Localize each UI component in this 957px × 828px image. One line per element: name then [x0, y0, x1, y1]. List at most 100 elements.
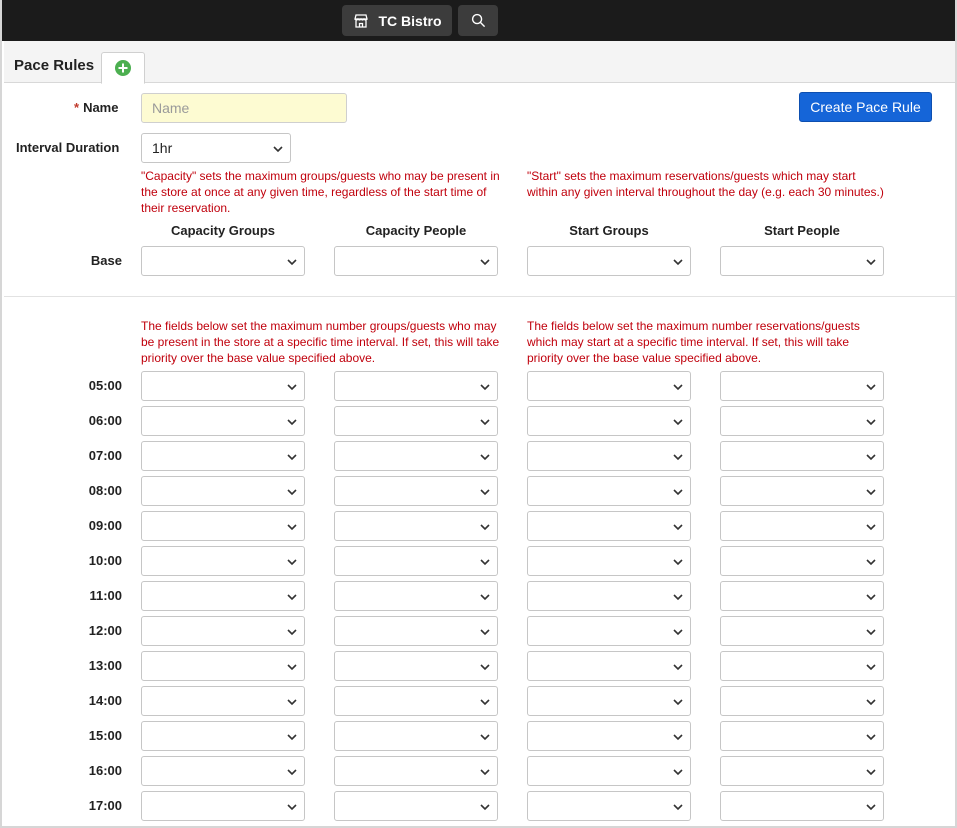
chevron-down-icon — [287, 384, 297, 391]
chevron-down-icon — [287, 594, 297, 601]
search-button[interactable] — [458, 5, 498, 36]
time-start-groups-select[interactable] — [527, 616, 691, 646]
time-capacity-people-select[interactable] — [334, 581, 498, 611]
time-start-people-select[interactable] — [720, 756, 884, 786]
search-icon — [471, 13, 485, 28]
chevron-down-icon — [866, 804, 876, 811]
capacity-override-note: The fields below set the maximum number … — [141, 319, 500, 365]
base-start-groups-select[interactable] — [527, 246, 691, 276]
chevron-down-icon — [480, 454, 490, 461]
time-start-groups-select[interactable] — [527, 476, 691, 506]
chevron-down-icon — [866, 259, 876, 266]
time-capacity-people-select[interactable] — [334, 721, 498, 751]
time-capacity-groups-select[interactable] — [141, 651, 305, 681]
create-pace-rule-button[interactable]: Create Pace Rule — [799, 92, 932, 122]
time-start-people-select[interactable] — [720, 686, 884, 716]
time-start-groups-select[interactable] — [527, 791, 691, 821]
chevron-down-icon — [480, 804, 490, 811]
time-capacity-groups-select[interactable] — [141, 511, 305, 541]
chevron-down-icon — [480, 524, 490, 531]
time-start-groups-select[interactable] — [527, 721, 691, 751]
time-capacity-people-select[interactable] — [334, 441, 498, 471]
time-capacity-people-select[interactable] — [334, 546, 498, 576]
base-capacity-people-select[interactable] — [334, 246, 498, 276]
time-start-people-select[interactable] — [720, 616, 884, 646]
time-start-people-select[interactable] — [720, 371, 884, 401]
time-capacity-groups-select[interactable] — [141, 406, 305, 436]
name-input[interactable] — [141, 93, 347, 123]
time-capacity-people-select[interactable] — [334, 511, 498, 541]
time-start-people-select[interactable] — [720, 581, 884, 611]
time-start-people-select[interactable] — [720, 791, 884, 821]
time-start-people-select[interactable] — [720, 441, 884, 471]
time-capacity-groups-select[interactable] — [141, 441, 305, 471]
time-label: 09:00 — [88, 518, 122, 533]
interval-duration-label: Interval Duration — [16, 140, 120, 155]
add-pace-rule-tab[interactable] — [101, 52, 145, 84]
chevron-down-icon — [287, 524, 297, 531]
time-capacity-people-select[interactable] — [334, 406, 498, 436]
time-capacity-people-select[interactable] — [334, 616, 498, 646]
time-start-groups-select[interactable] — [527, 406, 691, 436]
time-start-groups-select[interactable] — [527, 651, 691, 681]
time-capacity-people-select[interactable] — [334, 791, 498, 821]
base-capacity-groups-select[interactable] — [141, 246, 305, 276]
time-capacity-people-select[interactable] — [334, 651, 498, 681]
time-label: 15:00 — [88, 728, 122, 743]
time-start-groups-select[interactable] — [527, 546, 691, 576]
time-capacity-groups-select[interactable] — [141, 721, 305, 751]
chevron-down-icon — [673, 559, 683, 566]
app-frame: TC Bistro Pace Rules *Name Create Pace R… — [0, 0, 957, 828]
time-capacity-groups-select[interactable] — [141, 791, 305, 821]
chevron-down-icon — [287, 454, 297, 461]
chevron-down-icon — [866, 594, 876, 601]
interval-duration-select[interactable]: 1hr — [141, 133, 291, 163]
time-start-people-select[interactable] — [720, 476, 884, 506]
required-marker: * — [74, 100, 80, 115]
chevron-down-icon — [287, 489, 297, 496]
time-capacity-groups-select[interactable] — [141, 616, 305, 646]
time-start-people-select[interactable] — [720, 511, 884, 541]
chevron-down-icon — [480, 699, 490, 706]
time-capacity-groups-select[interactable] — [141, 371, 305, 401]
store-switcher-button[interactable]: TC Bistro — [342, 5, 452, 36]
column-header-start-people: Start People — [764, 223, 840, 238]
time-capacity-groups-select[interactable] — [141, 546, 305, 576]
time-capacity-people-select[interactable] — [334, 371, 498, 401]
chevron-down-icon — [673, 804, 683, 811]
chevron-down-icon — [866, 664, 876, 671]
chevron-down-icon — [480, 384, 490, 391]
time-capacity-groups-select[interactable] — [141, 581, 305, 611]
chevron-down-icon — [866, 559, 876, 566]
time-start-people-select[interactable] — [720, 546, 884, 576]
store-icon — [353, 13, 368, 28]
time-start-groups-select[interactable] — [527, 686, 691, 716]
time-start-people-select[interactable] — [720, 651, 884, 681]
chevron-down-icon — [480, 259, 490, 266]
time-capacity-groups-select[interactable] — [141, 756, 305, 786]
time-capacity-people-select[interactable] — [334, 476, 498, 506]
time-start-people-select[interactable] — [720, 406, 884, 436]
time-capacity-groups-select[interactable] — [141, 476, 305, 506]
chevron-down-icon — [287, 629, 297, 636]
chevron-down-icon — [480, 664, 490, 671]
time-label: 16:00 — [88, 763, 122, 778]
time-start-groups-select[interactable] — [527, 511, 691, 541]
time-start-people-select[interactable] — [720, 721, 884, 751]
time-capacity-groups-select[interactable] — [141, 686, 305, 716]
time-capacity-people-select[interactable] — [334, 756, 498, 786]
name-label: * Name — [74, 100, 118, 115]
time-start-groups-select[interactable] — [527, 756, 691, 786]
base-label: Base — [90, 253, 122, 268]
column-header-start-groups: Start Groups — [569, 223, 649, 238]
base-start-people-select[interactable] — [720, 246, 884, 276]
time-start-groups-select[interactable] — [527, 581, 691, 611]
store-name: TC Bistro — [378, 12, 442, 29]
time-capacity-people-select[interactable] — [334, 686, 498, 716]
chevron-down-icon — [673, 664, 683, 671]
time-start-groups-select[interactable] — [527, 371, 691, 401]
chevron-down-icon — [287, 664, 297, 671]
chevron-down-icon — [866, 489, 876, 496]
time-start-groups-select[interactable] — [527, 441, 691, 471]
chevron-down-icon — [480, 769, 490, 776]
